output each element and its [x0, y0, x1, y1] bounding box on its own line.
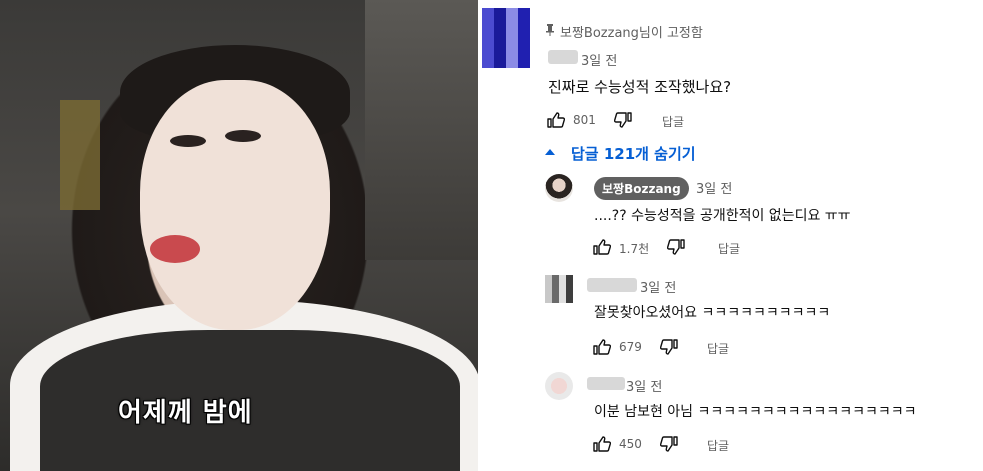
owner-author-badge[interactable]: 보짱Bozzang: [594, 177, 689, 200]
reply-button[interactable]: 답글: [718, 240, 740, 257]
like-count: 450: [619, 437, 642, 451]
hide-replies-toggle[interactable]: 답글 121개 숨기기: [571, 143, 696, 164]
car-window: [365, 0, 478, 260]
pin-icon: [546, 24, 554, 36]
like-count: 679: [619, 340, 642, 354]
comment-timestamp[interactable]: 3일 전: [581, 50, 617, 69]
comment-text: 진짜로 수능성적 조작했나요?: [548, 78, 732, 96]
author-name-blurred[interactable]: [548, 50, 578, 64]
commenter-avatar[interactable]: [545, 275, 573, 303]
reply-text: 이분 남보현 아님 ㅋㅋㅋㅋㅋㅋㅋㅋㅋㅋㅋㅋㅋㅋㅋㅋㅋ: [594, 404, 917, 420]
author-name-blurred[interactable]: [587, 377, 625, 390]
like-icon[interactable]: [593, 339, 611, 355]
owner-avatar[interactable]: [545, 174, 573, 202]
reply-timestamp[interactable]: 3일 전: [696, 178, 732, 197]
pinned-by-label: 보짱Bozzang님이 고정함: [560, 26, 703, 41]
car-seat: [60, 100, 100, 210]
comments-panel: 보짱Bozzang님이 고정함 3일 전 진짜로 수능성적 조작했나요? 801…: [478, 0, 983, 471]
commenter-avatar[interactable]: [482, 8, 530, 68]
reply-text: 잘못찾아오셨어요 ㅋㅋㅋㅋㅋㅋㅋㅋㅋㅋ: [594, 305, 831, 321]
reply-timestamp[interactable]: 3일 전: [640, 277, 676, 296]
reply-button[interactable]: 답글: [662, 113, 684, 130]
reply-timestamp[interactable]: 3일 전: [626, 376, 662, 395]
face-shape: [140, 80, 330, 330]
video-subtitle: 어제께 밤에: [118, 398, 253, 428]
chevron-up-icon[interactable]: [545, 148, 555, 156]
reply-button[interactable]: 답글: [707, 437, 729, 454]
dislike-icon[interactable]: [614, 112, 632, 128]
video-frame[interactable]: 어제께 밤에: [0, 0, 478, 471]
eye-right: [225, 130, 261, 142]
reply-button[interactable]: 답글: [707, 340, 729, 357]
like-icon[interactable]: [593, 436, 611, 452]
commenter-avatar[interactable]: [545, 372, 573, 400]
author-name-blurred[interactable]: [587, 278, 637, 292]
like-count: 801: [573, 113, 596, 127]
dislike-icon[interactable]: [660, 339, 678, 355]
dislike-icon[interactable]: [667, 239, 685, 255]
lips-shape: [150, 235, 200, 263]
reply-text: ....?? 수능성적을 공개한적이 없는디요 ㅠㅠ: [594, 208, 851, 224]
like-icon[interactable]: [593, 239, 611, 255]
like-icon[interactable]: [547, 112, 565, 128]
dislike-icon[interactable]: [660, 436, 678, 452]
like-count: 1.7천: [619, 242, 650, 256]
eye-left: [170, 135, 206, 147]
